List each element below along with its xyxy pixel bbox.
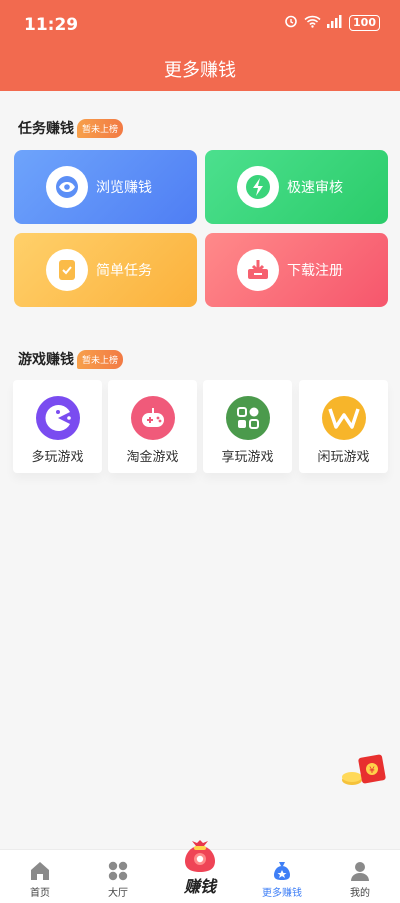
- game-card-taojin[interactable]: 淘金游戏: [108, 380, 197, 473]
- tab-label: 我的: [350, 888, 370, 899]
- tab-label: 大厅: [108, 888, 128, 899]
- download-icon: [237, 249, 279, 291]
- wifi-icon: [304, 15, 321, 31]
- task-card-browse[interactable]: 浏览赚钱: [14, 150, 197, 224]
- task-card-download[interactable]: 下载注册: [205, 233, 388, 307]
- tab-label: 赚钱: [183, 877, 216, 896]
- red-packet-float-button[interactable]: ¥: [338, 752, 388, 790]
- task-label: 下载注册: [287, 263, 343, 279]
- w-logo-icon: [321, 396, 366, 440]
- game-card-xiangwan[interactable]: 享玩游戏: [203, 380, 292, 473]
- document-check-icon: [46, 249, 88, 291]
- rank-badge: 暂未上榜: [77, 118, 124, 138]
- eye-icon: [46, 166, 88, 208]
- alarm-icon: [284, 14, 298, 31]
- task-label: 极速审核: [287, 180, 343, 196]
- pacman-icon: [35, 396, 80, 440]
- game-label: 淘金游戏: [126, 450, 179, 465]
- status-icons: 100: [284, 14, 380, 31]
- tab-label: 更多赚钱: [262, 888, 302, 899]
- battery-indicator: 100: [349, 14, 380, 31]
- user-icon: [320, 858, 400, 884]
- tab-label: 首页: [30, 888, 50, 899]
- task-label: 浏览赚钱: [96, 180, 152, 196]
- svg-text:¥: ¥: [369, 766, 375, 776]
- tasks-section-header: 任务赚钱 暂未上榜: [18, 118, 124, 138]
- header-bar: 11:29 100 更多赚钱: [0, 0, 400, 91]
- game-label: 闲玩游戏: [317, 450, 370, 465]
- money-bag-icon: [168, 839, 232, 877]
- page-title: 更多赚钱: [164, 60, 236, 81]
- home-icon: [0, 858, 80, 884]
- tab-hall[interactable]: 大厅: [78, 850, 158, 903]
- game-card-xianwan[interactable]: 闲玩游戏: [299, 380, 388, 473]
- game-card-duowan[interactable]: 多玩游戏: [13, 380, 102, 473]
- tab-earn-center[interactable]: 赚钱: [168, 839, 232, 899]
- tab-more-earn[interactable]: 更多赚钱: [242, 850, 322, 903]
- status-time: 11:29: [24, 15, 79, 35]
- task-card-fast-review[interactable]: 极速审核: [205, 150, 388, 224]
- task-card-simple[interactable]: 简单任务: [14, 233, 197, 307]
- rank-badge: 暂未上榜: [77, 349, 124, 369]
- game-label: 享玩游戏: [221, 450, 274, 465]
- signal-icon: [327, 14, 343, 31]
- grid-icon: [78, 858, 158, 884]
- section-title: 游戏赚钱: [18, 352, 74, 368]
- tab-home[interactable]: 首页: [0, 850, 80, 903]
- task-label: 简单任务: [96, 263, 152, 279]
- grid-apps-icon: [225, 396, 270, 440]
- lightning-icon: [237, 166, 279, 208]
- money-bag-small-icon: [242, 858, 322, 884]
- section-title: 任务赚钱: [18, 121, 74, 137]
- gamepad-icon: [130, 396, 175, 440]
- game-label: 多玩游戏: [31, 450, 84, 465]
- games-section-header: 游戏赚钱 暂未上榜: [18, 349, 124, 369]
- tab-mine[interactable]: 我的: [320, 850, 400, 903]
